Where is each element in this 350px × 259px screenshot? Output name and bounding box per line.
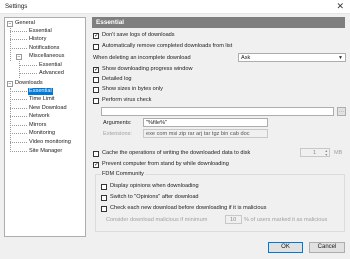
extensions-value: exe com msi zip rar arj tar tgz bin cab … [146,131,250,137]
delete-incomplete-value: Ask [241,55,251,61]
sizes-bytes-checkbox[interactable] [93,87,99,93]
consider-suffix-label: % of users marked it as malicious [244,217,328,223]
show-progress-checkbox[interactable] [93,66,99,73]
prevent-standby-label[interactable]: Prevent computer from stand by while dow… [102,161,229,168]
arguments-input[interactable]: "%file%" [143,118,268,127]
tree-item-mirrors[interactable]: Mirrors [29,122,46,129]
tree-connector [10,108,27,109]
community-title: FDM Community [101,171,145,178]
show-progress-label[interactable]: Show downloading progress window [102,66,193,73]
tree-connector [10,39,27,40]
virus-check-label[interactable]: Perform virus check [102,97,151,104]
tree-connector [10,48,27,49]
arguments-value: "%file%" [146,120,168,126]
tree-item-notifications[interactable]: Notifications [29,45,59,52]
detailed-log-checkbox[interactable] [93,77,99,83]
display-opinions-label[interactable]: Display opinions when downloading [110,183,199,190]
check-malicious-checkbox[interactable] [101,206,107,212]
virus-path-input[interactable] [101,107,334,116]
extensions-label: Extensions: [103,131,132,137]
tree-item-general[interactable]: General [15,20,35,27]
tree-connector [10,91,27,92]
tree-item-misc-advanced[interactable]: Advanced [39,70,64,77]
ok-button[interactable]: OK [268,242,303,253]
prevent-standby-checkbox[interactable] [93,161,99,168]
extensions-input[interactable]: exe com msi zip rar arj tar tgz bin cab … [143,129,268,138]
tree-item-new-download[interactable]: New Download [29,105,67,112]
tree-connector [10,99,27,100]
check-malicious-label[interactable]: Check each new download before downloadi… [110,205,266,212]
cache-ops-label[interactable]: Cache the operations of writing the down… [102,150,250,157]
tree-connector [19,65,37,66]
tree-item-history[interactable]: History [29,36,46,43]
tree-item-miscellaneous[interactable]: Miscellaneous [29,53,64,60]
browse-button[interactable]: ... [337,107,346,116]
tree-item-misc-essential[interactable]: Essential [39,62,62,69]
dont-save-logs-checkbox[interactable] [93,32,99,39]
switch-opinions-checkbox[interactable] [101,195,107,201]
arguments-label: Arguments: [103,120,132,126]
tree-connector [10,116,27,117]
tree-item-monitoring[interactable]: Monitoring [29,130,55,137]
consider-percent-value: 10 [230,217,237,223]
cache-ops-checkbox[interactable] [93,151,99,157]
virus-check-checkbox[interactable] [93,98,99,104]
tree-item-time-limit[interactable]: Time Limit [29,96,55,103]
switch-opinions-label[interactable]: Switch to "Opinions" after download [110,194,199,201]
tree-connector [10,151,27,152]
cache-unit-label: MB [334,150,343,156]
close-icon[interactable]: ✕ [336,1,344,12]
cache-size-input[interactable]: 1 ▲ ▼ [300,148,330,157]
tree-item-general-essential[interactable]: Essential [29,28,52,35]
miscellaneous-collapse-icon[interactable]: − [16,54,22,60]
tree-connector [10,142,27,143]
tree-connector [10,31,27,32]
tree-item-video-monitoring[interactable]: Video monitoring [29,139,71,146]
tree-connector [10,125,27,126]
tree-item-network[interactable]: Network [29,113,50,120]
spin-down-icon[interactable]: ▼ [325,153,328,157]
tree-connector [19,73,37,74]
section-header: Essential [92,17,345,28]
auto-remove-checkbox[interactable] [93,44,99,50]
window-title: Settings [5,3,28,10]
display-opinions-checkbox[interactable] [101,184,107,190]
delete-incomplete-dropdown[interactable]: Ask ▼ [238,53,346,62]
consider-percent-input[interactable]: 10 [225,215,242,224]
tree-connector [19,61,20,78]
downloads-collapse-icon[interactable]: − [7,81,13,87]
general-collapse-icon[interactable]: − [7,21,13,27]
tree-item-downloads[interactable]: Downloads [15,80,43,87]
tree-item-downloads-essential[interactable]: Essential [28,88,53,95]
auto-remove-label[interactable]: Automatically remove completed downloads… [102,43,232,50]
cancel-button[interactable]: Cancel [309,242,345,253]
chevron-down-icon: ▼ [338,55,343,61]
detailed-log-label[interactable]: Detailed log [102,76,132,83]
tree-connector [10,133,27,134]
cache-size-value: 1 [313,150,317,156]
settings-tree[interactable]: − General Essential History Notification… [4,17,86,237]
tree-item-site-manager[interactable]: Site Manager [29,148,62,155]
sizes-bytes-label[interactable]: Show sizes in bytes only [102,86,163,93]
title-bar: Settings ✕ [0,0,350,14]
consider-label: Consider download malicious if minimum [106,217,208,223]
tree-connector [10,28,11,61]
dont-save-logs-label[interactable]: Don't save logs of downloads [102,32,175,39]
delete-incomplete-label: When deleting an incomplete download [93,55,191,61]
